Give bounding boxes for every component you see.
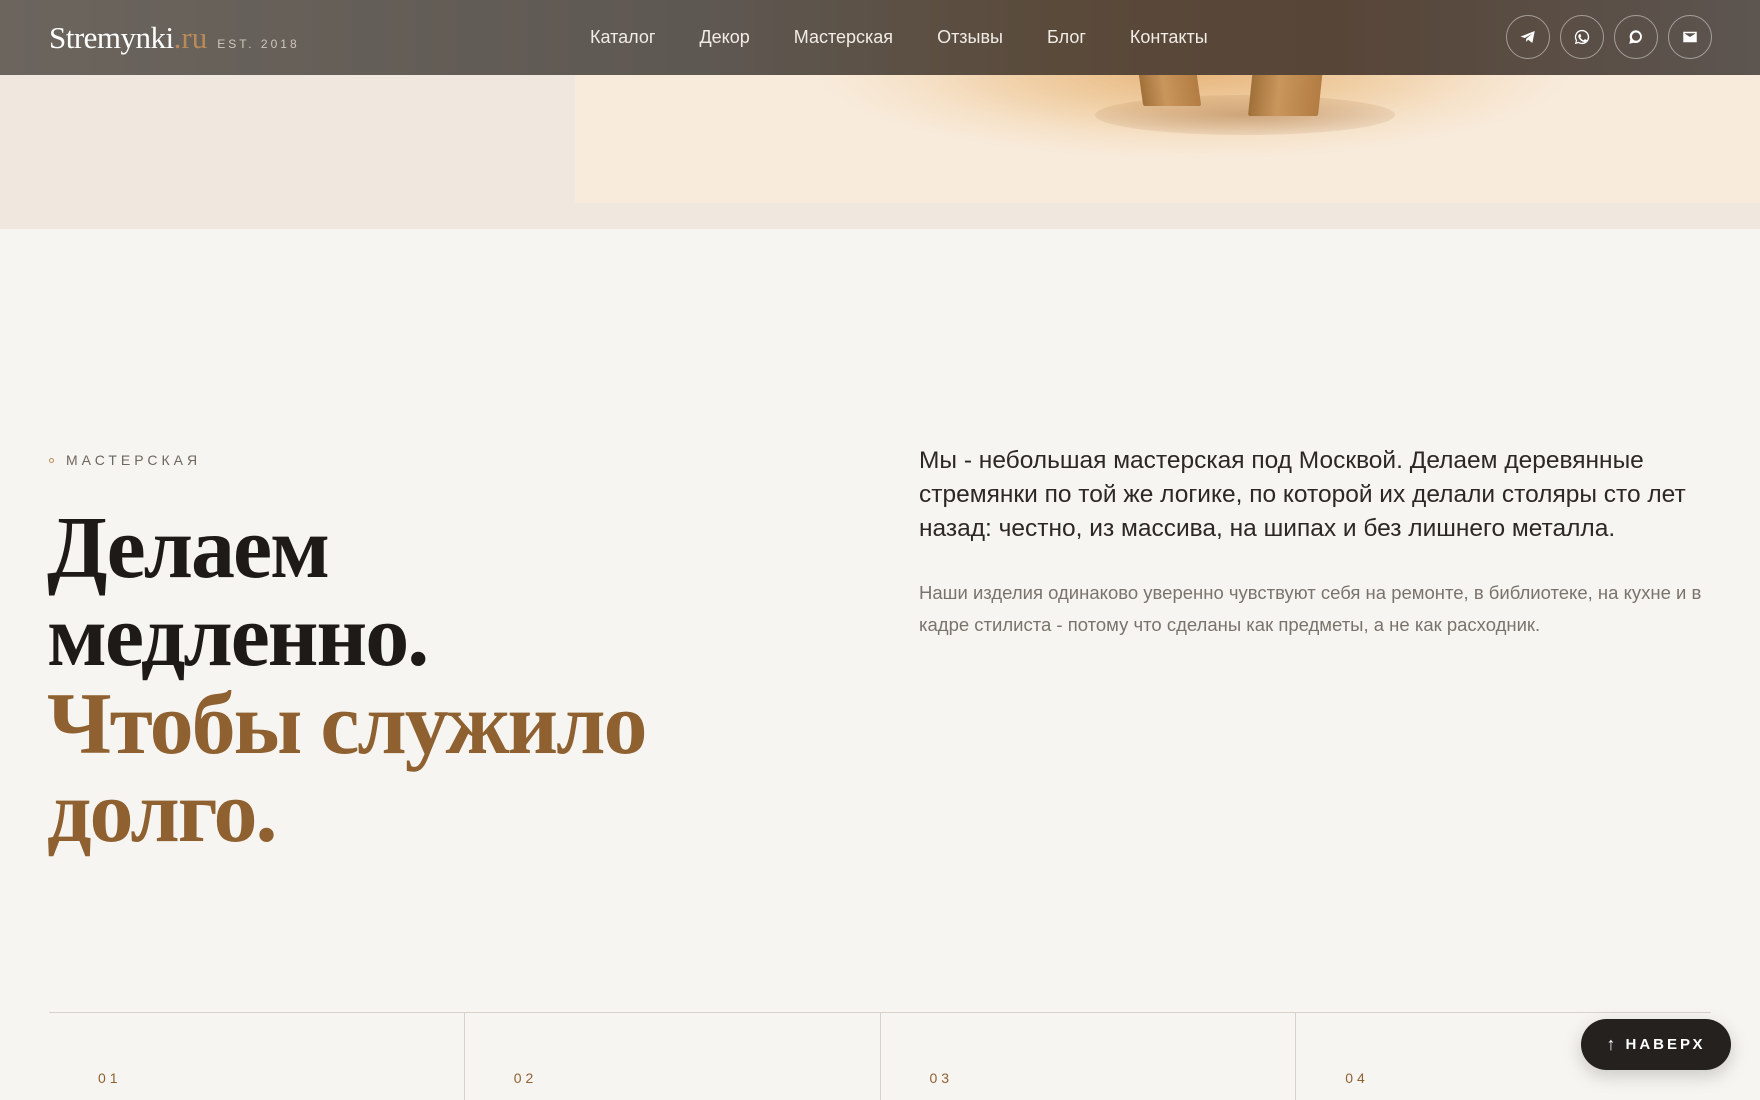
ladder-shadow: [1095, 95, 1395, 135]
nav-link-workshop[interactable]: Мастерская: [794, 27, 893, 48]
section-headline: Делаем медленно. Чтобы служило долго.: [47, 500, 648, 861]
brand-established: EST. 2018: [217, 36, 300, 51]
chat-button[interactable]: [1614, 15, 1658, 59]
arrow-up-icon: ↑: [1606, 1034, 1616, 1054]
nav-link-blog[interactable]: Блог: [1047, 27, 1086, 48]
nav-link-reviews[interactable]: Отзывы: [937, 27, 1003, 48]
feature-card: 02: [465, 1013, 881, 1100]
feature-card: 01: [49, 1013, 465, 1100]
whatsapp-icon: [1574, 29, 1590, 45]
email-button[interactable]: [1668, 15, 1712, 59]
body-paragraph: Наши изделия одинаково уверенно чувствую…: [919, 582, 1702, 635]
feature-card: 03: [881, 1013, 1297, 1100]
headline-line-2: медленно.: [47, 588, 429, 685]
feature-number: 02: [513, 1070, 538, 1086]
telegram-icon: [1520, 31, 1535, 43]
brand-name: Stremynki: [49, 19, 174, 55]
lead-paragraph: Мы - небольшая мастерская под Москвой. Д…: [919, 447, 1686, 542]
whatsapp-button[interactable]: [1560, 15, 1604, 59]
feature-number: 01: [98, 1070, 122, 1086]
main-nav: Каталог Декор Мастерская Отзывы Блог Кон…: [590, 0, 1252, 75]
eyebrow-label: МАСТЕРСКАЯ: [66, 452, 202, 468]
features-row: 01 02 03 04: [49, 1012, 1711, 1100]
feature-number: 04: [1345, 1070, 1369, 1086]
chat-icon: [1629, 30, 1642, 44]
headline-line-1: Делаем: [47, 500, 330, 597]
headline-accent-line-1: Чтобы служило: [47, 676, 648, 773]
social-links: [1506, 15, 1712, 59]
back-to-top-button[interactable]: ↑ НАВЕРХ: [1581, 1019, 1731, 1070]
section-eyebrow: МАСТЕРСКАЯ: [49, 452, 201, 468]
telegram-button[interactable]: [1506, 15, 1550, 59]
eyebrow-dot-icon: [49, 457, 54, 463]
nav-link-catalog[interactable]: Каталог: [590, 27, 655, 48]
logo[interactable]: Stremynki .ru EST. 2018: [49, 20, 300, 56]
mail-icon: [1683, 31, 1697, 43]
headline-accent-line-2: долго.: [47, 764, 277, 861]
nav-link-decor[interactable]: Декор: [699, 27, 749, 48]
site-header: Stremynki .ru EST. 2018 Каталог Декор Ма…: [0, 0, 1760, 75]
feature-number: 03: [929, 1070, 954, 1086]
back-to-top-label: НАВЕРХ: [1625, 1036, 1706, 1053]
nav-link-contacts[interactable]: Контакты: [1130, 27, 1208, 48]
brand-tld: .ru: [173, 19, 208, 55]
